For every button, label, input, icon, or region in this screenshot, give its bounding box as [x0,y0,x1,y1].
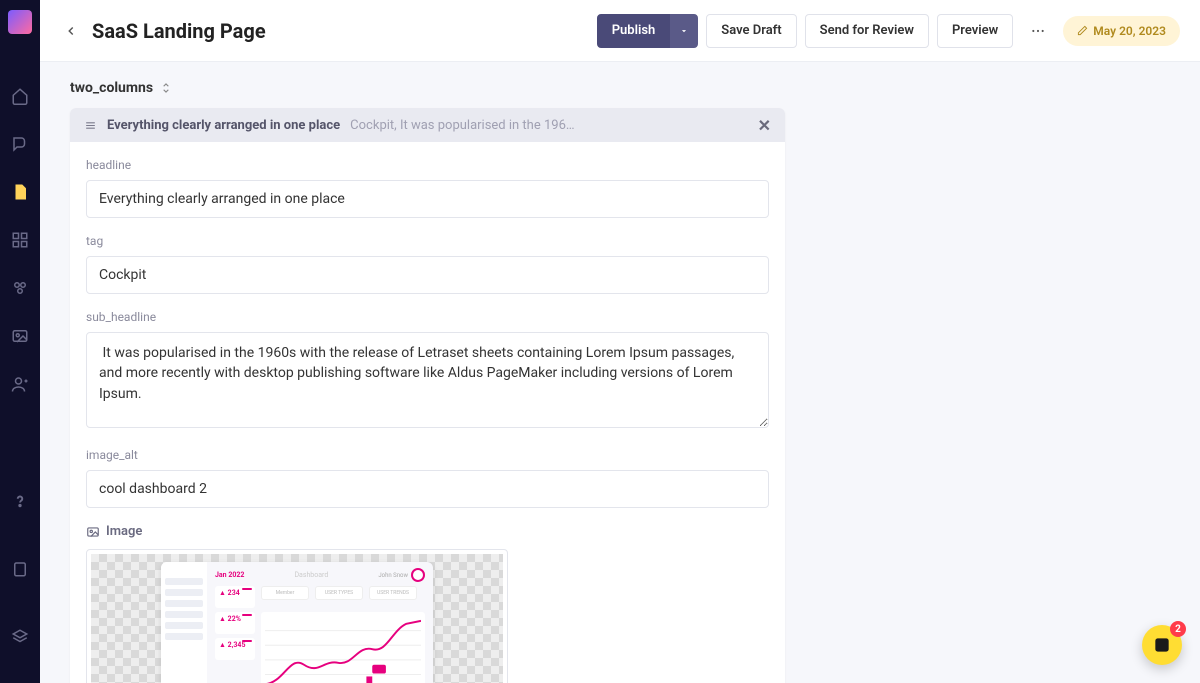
send-for-review-button[interactable]: Send for Review [805,14,929,48]
sidebar-docs-icon[interactable] [8,557,32,581]
mock-date: Jan 2022 [215,571,244,579]
sidebar-grid-icon[interactable] [8,228,32,252]
intercom-launcher[interactable]: 2 [1142,625,1182,665]
publish-dropdown-button[interactable] [670,14,698,48]
intercom-icon [1152,635,1172,655]
image-icon [86,525,100,539]
tag-input[interactable] [86,256,769,294]
left-sidebar [0,0,40,683]
dashboard-mock: Jan 2022 Dashboard John Snow ▲ 234 Membe… [161,562,433,683]
date-text: May 20, 2023 [1093,24,1166,38]
image-alt-label: image_alt [86,448,769,462]
block-header-subtitle: Cockpit, It was popularised in the 196… [350,118,747,133]
sidebar-components-icon[interactable] [8,276,32,300]
sidebar-home-icon[interactable] [8,84,32,108]
preview-button[interactable]: Preview [937,14,1013,48]
block-header-title: Everything clearly arranged in one place [107,118,340,133]
publish-button[interactable]: Publish [597,14,671,48]
sidebar-users-icon[interactable] [8,372,32,396]
sub-headline-textarea[interactable] [86,332,769,428]
more-button[interactable] [1021,14,1055,48]
content-area: two_columns Everything clearly arranged … [40,62,1200,683]
sidebar-help-icon[interactable] [8,489,32,513]
sort-icon [159,81,173,95]
sidebar-pages-icon[interactable] [8,180,32,204]
sidebar-blog-icon[interactable] [8,132,32,156]
block-close-icon[interactable]: ✕ [758,116,771,135]
image-field-label: Image [86,524,769,539]
back-button[interactable] [60,20,82,42]
image-label-text: Image [106,524,142,539]
section-name-text: two_columns [70,80,153,96]
mock-user: John Snow [378,568,425,582]
image-preview[interactable]: Jan 2022 Dashboard John Snow ▲ 234 Membe… [86,549,508,683]
sidebar-layers-icon[interactable] [8,625,32,649]
section-name[interactable]: two_columns [70,80,1170,96]
app-logo[interactable] [8,10,32,34]
intercom-badge: 2 [1170,621,1186,637]
sidebar-media-icon[interactable] [8,324,32,348]
headline-label: headline [86,158,769,172]
sub-headline-label: sub_headline [86,310,769,324]
drag-handle-icon[interactable] [84,119,97,132]
tag-label: tag [86,234,769,248]
image-alt-input[interactable] [86,470,769,508]
page-title: SaaS Landing Page [92,19,266,43]
save-draft-button[interactable]: Save Draft [706,14,796,48]
block-header[interactable]: Everything clearly arranged in one place… [70,108,785,142]
topbar: SaaS Landing Page Publish Save Draft Sen… [40,0,1200,62]
headline-input[interactable] [86,180,769,218]
date-pill: May 20, 2023 [1063,16,1180,46]
block-card: Everything clearly arranged in one place… [70,108,785,683]
